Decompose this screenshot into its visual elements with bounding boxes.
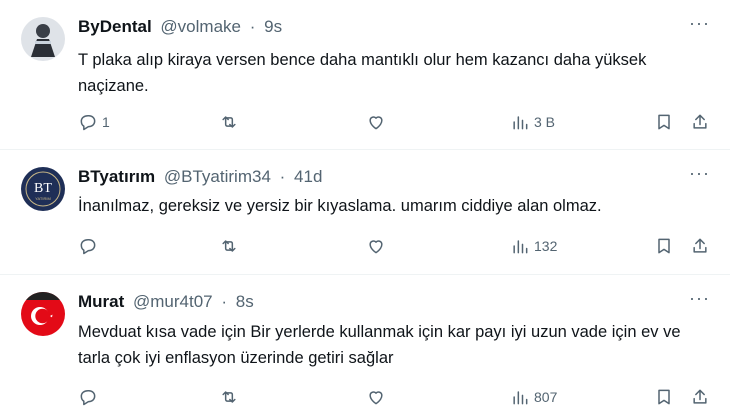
tweet-text: T plaka alıp kiraya versen bence daha ma… xyxy=(78,51,647,95)
tweet-time[interactable]: 8s xyxy=(236,292,254,311)
tweet-header: ByDental @volmake · 9s xyxy=(78,17,282,37)
share-icon xyxy=(693,389,707,404)
heart-icon xyxy=(369,391,383,405)
tweet-actions: 807 xyxy=(78,385,716,409)
retweet-icon xyxy=(222,240,236,252)
bookmark-icon xyxy=(658,238,670,254)
reply-button[interactable] xyxy=(78,385,102,409)
tweet-header: BTyatırım @BTyatirim34 · 41d xyxy=(78,167,322,187)
retweet-button[interactable] xyxy=(219,234,243,258)
author-handle[interactable]: @mur4t07 xyxy=(133,292,213,311)
more-horizontal-icon[interactable]: ··· xyxy=(689,164,710,182)
avatar[interactable]: BT YATIRIM xyxy=(21,167,65,211)
tweet-actions: 1 3 B xyxy=(78,110,716,134)
bookmark-icon xyxy=(658,114,670,130)
retweet-button[interactable] xyxy=(219,385,243,409)
tweet-header: Murat @mur4t07 · 8s xyxy=(78,292,254,312)
reply-icon xyxy=(80,115,96,131)
bookmark-button[interactable] xyxy=(654,234,674,258)
reply-icon xyxy=(80,390,96,406)
reply-icon xyxy=(80,239,96,255)
tweet[interactable]: Murat @mur4t07 · 8s ··· Mevduat kısa vad… xyxy=(0,275,730,420)
like-button[interactable] xyxy=(366,110,390,134)
separator-dot: · xyxy=(221,292,228,311)
retweet-icon xyxy=(222,391,236,403)
more-horizontal-icon[interactable]: ··· xyxy=(689,14,710,32)
avatar-logo-subtext: YATIRIM xyxy=(35,196,51,201)
tweet[interactable]: BT YATIRIM BTyatırım @BTyatirim34 · 41d … xyxy=(0,150,730,275)
views-chart-icon xyxy=(513,116,528,130)
tweet-text: Mevduat kısa vade için Bir yerlerde kull… xyxy=(78,323,681,367)
heart-icon xyxy=(369,116,383,130)
share-icon xyxy=(693,114,707,129)
reply-button[interactable]: 1 xyxy=(78,110,110,134)
author-handle[interactable]: @BTyatirim34 xyxy=(164,167,271,186)
view-count: 807 xyxy=(534,389,558,405)
views-chart-icon xyxy=(513,240,528,254)
bookmark-button[interactable] xyxy=(654,385,674,409)
avatar-logo-text: BT xyxy=(34,181,52,196)
tweet-time[interactable]: 41d xyxy=(294,167,322,186)
view-count: 132 xyxy=(534,238,558,254)
author-name[interactable]: BTyatırım xyxy=(78,167,155,186)
share-button[interactable] xyxy=(690,234,710,258)
retweet-icon xyxy=(222,116,236,128)
separator-dot: · xyxy=(249,17,256,36)
views-button[interactable]: 132 xyxy=(510,234,557,258)
avatar[interactable] xyxy=(21,292,65,336)
author-name[interactable]: Murat xyxy=(78,292,124,311)
views-button[interactable]: 807 xyxy=(510,385,557,409)
avatar-image xyxy=(21,292,65,336)
author-handle[interactable]: @volmake xyxy=(160,17,241,36)
like-button[interactable] xyxy=(366,385,390,409)
bookmark-button[interactable] xyxy=(654,110,674,134)
share-button[interactable] xyxy=(690,110,710,134)
tweet[interactable]: ByDental @volmake · 9s ··· T plaka alıp … xyxy=(0,0,730,150)
tweet-actions: 132 xyxy=(78,234,716,258)
share-icon xyxy=(693,238,707,253)
reply-count: 1 xyxy=(102,114,110,130)
retweet-button[interactable] xyxy=(219,110,243,134)
share-button[interactable] xyxy=(690,385,710,409)
like-button[interactable] xyxy=(366,234,390,258)
views-button[interactable]: 3 B xyxy=(510,110,555,134)
tweet-time[interactable]: 9s xyxy=(264,17,282,36)
view-count: 3 B xyxy=(534,114,556,130)
more-horizontal-icon[interactable]: ··· xyxy=(689,289,710,307)
avatar-image xyxy=(21,17,65,61)
heart-icon xyxy=(369,240,383,254)
separator-dot: · xyxy=(279,167,286,186)
reply-button[interactable] xyxy=(78,234,102,258)
bookmark-icon xyxy=(658,389,670,405)
author-name[interactable]: ByDental xyxy=(78,17,152,36)
avatar-image: BT YATIRIM xyxy=(21,167,65,211)
views-chart-icon xyxy=(513,391,528,405)
avatar[interactable] xyxy=(21,17,65,61)
tweet-text: İnanılmaz, gereksiz ve yersiz bir kıyasl… xyxy=(78,197,602,215)
